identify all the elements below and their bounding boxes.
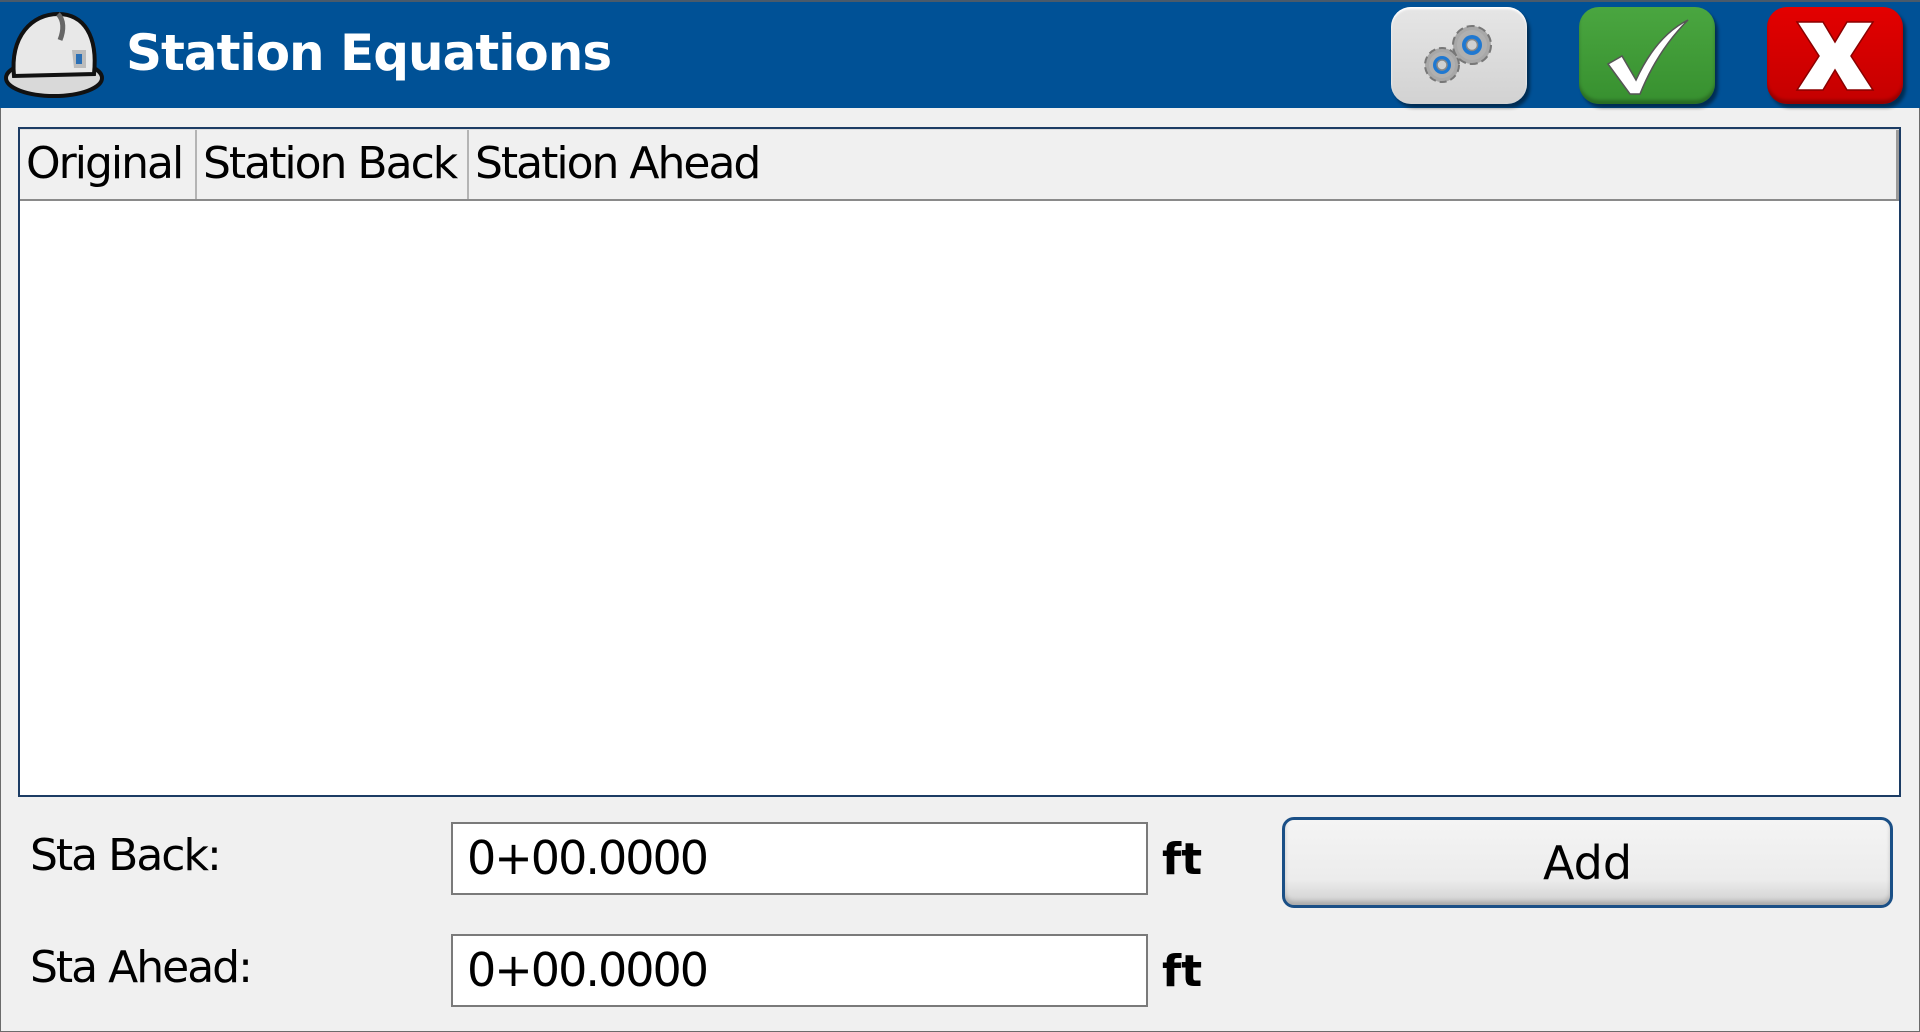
sta-ahead-label: Sta Ahead:: [30, 942, 253, 993]
column-header-station-back[interactable]: Station Back: [197, 130, 469, 199]
sta-back-unit: ft: [1162, 834, 1203, 885]
sta-ahead-unit: ft: [1162, 946, 1203, 997]
title-bar: Station Equations: [0, 0, 1920, 108]
hard-hat-icon: [4, 11, 104, 98]
column-header-station-ahead[interactable]: Station Ahead: [469, 130, 1899, 199]
sta-ahead-input[interactable]: 0+00.0000: [451, 934, 1148, 1007]
cancel-button[interactable]: [1767, 7, 1903, 104]
sta-back-input[interactable]: 0+00.0000: [451, 822, 1148, 895]
close-x-icon: [1795, 20, 1875, 91]
gears-icon: [1424, 24, 1492, 83]
window-title: Station Equations: [126, 24, 612, 82]
station-equations-table[interactable]: Original Station Back Station Ahead: [18, 127, 1901, 797]
table-header: Original Station Back Station Ahead: [20, 129, 1899, 201]
ok-button[interactable]: [1579, 7, 1715, 104]
sta-back-label: Sta Back:: [30, 830, 222, 881]
checkmark-icon: [1606, 18, 1689, 95]
settings-button[interactable]: [1391, 7, 1527, 104]
add-button[interactable]: Add: [1282, 817, 1893, 908]
column-header-original[interactable]: Original: [20, 130, 197, 199]
